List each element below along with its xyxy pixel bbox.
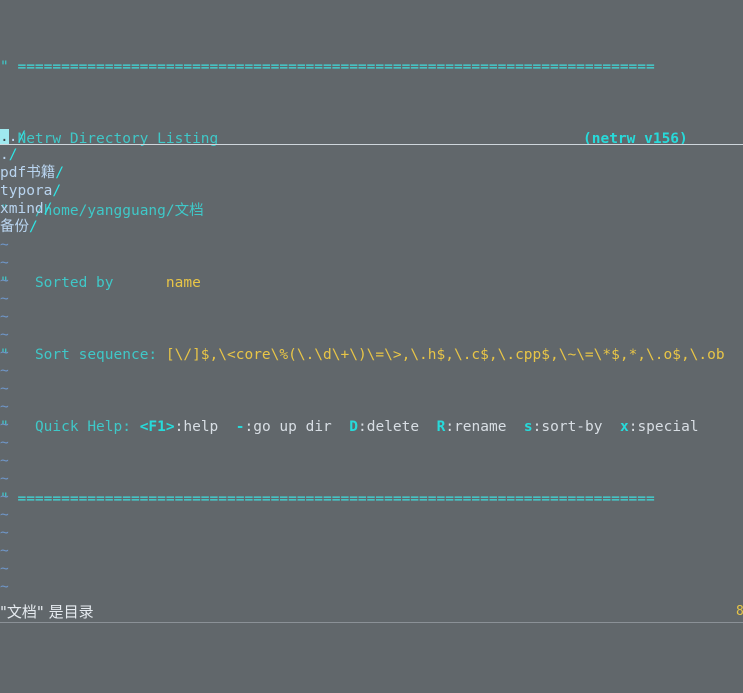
- tilde-filler-line: ~: [0, 525, 9, 541]
- list-item-slash: /: [29, 219, 38, 235]
- tilde-filler-line: ~: [0, 471, 9, 487]
- tilde-filler-line: ~: [0, 345, 9, 361]
- tilde-filler-line: ~: [0, 507, 9, 523]
- tilde-filler-line: ~: [0, 309, 9, 325]
- banner-separator-top: ========================================…: [17, 59, 655, 75]
- tilde-filler-line: ~: [0, 543, 9, 559]
- list-item[interactable]: 备份/: [0, 218, 743, 236]
- tilde-filler-line: ~: [0, 327, 9, 343]
- empty-line-filler: ~ ~ ~ ~ ~ ~ ~ ~ ~ ~ ~ ~ ~ ~ ~ ~ ~ ~ ~ ~: [0, 236, 743, 596]
- cursor-block: .: [0, 129, 9, 145]
- list-item-name: .: [0, 147, 9, 163]
- status-message: "文档" 是目录: [0, 603, 94, 621]
- tilde-filler-line: ~: [0, 291, 9, 307]
- list-item[interactable]: pdf书籍/: [0, 164, 743, 182]
- banner-separator-top-row: " ======================================…: [0, 58, 743, 76]
- status-ruler: 8: [736, 604, 743, 619]
- list-item[interactable]: xmind/: [0, 200, 743, 218]
- list-item[interactable]: typora/: [0, 182, 743, 200]
- vim-netrw-window: " ======================================…: [0, 0, 743, 633]
- status-line: "文档" 是目录 8: [0, 603, 743, 625]
- tilde-filler-line: ~: [0, 579, 9, 595]
- cursor-line-underline: [0, 144, 743, 145]
- tilde-filler-line: ~: [0, 381, 9, 397]
- list-item-name: 备份: [0, 219, 29, 235]
- tilde-filler-line: ~: [0, 561, 9, 577]
- list-item[interactable]: ../: [0, 128, 743, 146]
- list-item-name: pdf书籍: [0, 165, 56, 181]
- list-item-name: typora: [0, 183, 53, 199]
- banner-comment-char: ": [0, 59, 9, 75]
- list-item[interactable]: ./: [0, 146, 743, 164]
- list-item-slash: /: [8, 147, 18, 163]
- tilde-filler-line: ~: [0, 435, 9, 451]
- list-item-slash: /: [52, 183, 62, 199]
- tilde-filler-line: ~: [0, 399, 9, 415]
- list-item-slash: /: [55, 165, 64, 181]
- tilde-filler-line: ~: [0, 489, 9, 505]
- list-item-slash: /: [43, 201, 53, 217]
- tilde-filler-line: ~: [0, 255, 9, 271]
- directory-listing: ../ ./ pdf书籍/ typora/ xmind/ 备份/: [0, 128, 743, 236]
- tilde-filler-line: ~: [0, 273, 9, 289]
- tilde-filler-line: ~: [0, 453, 9, 469]
- tilde-filler-line: ~: [0, 417, 9, 433]
- tilde-filler-line: ~: [0, 237, 9, 253]
- status-line-rule: [0, 622, 743, 623]
- tilde-filler-line: ~: [0, 363, 9, 379]
- list-item-name: xmind: [0, 201, 44, 217]
- list-item-slash: /: [17, 129, 27, 145]
